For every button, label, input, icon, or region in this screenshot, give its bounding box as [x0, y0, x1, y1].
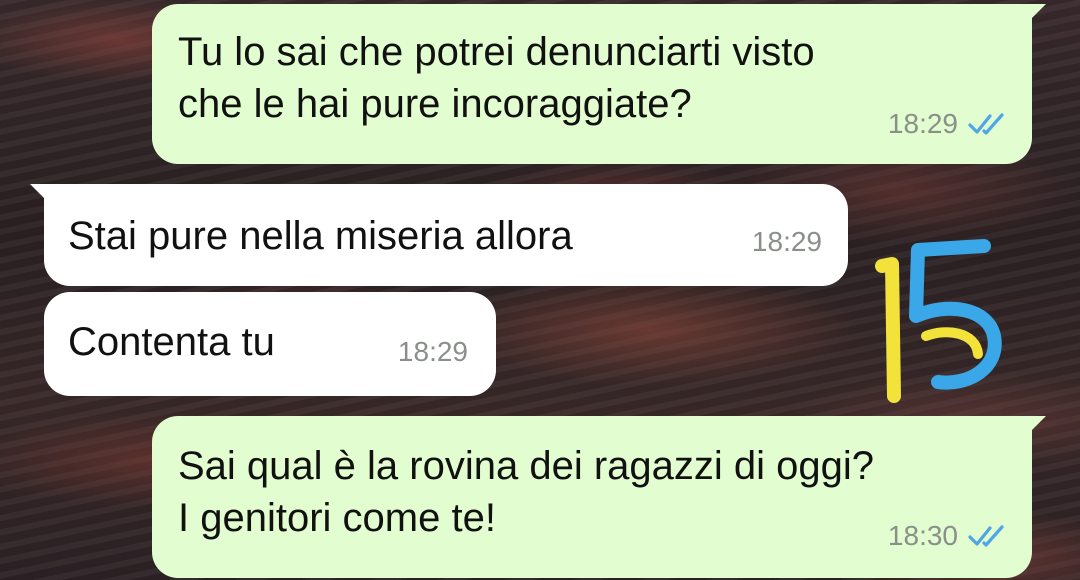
message-time: 18:29 [887, 108, 958, 139]
message-text: Tu lo sai che potrei denunciarti visto c… [178, 30, 815, 126]
bubble-tail [1024, 4, 1046, 26]
chat-background: Tu lo sai che potrei denunciarti visto c… [0, 0, 1080, 580]
bubble-tail [1024, 416, 1046, 438]
message-bubble-incoming[interactable]: Stai pure nella miseria allora 18:29 [30, 184, 848, 286]
message-text: Sai qual è la rovina dei ragazzi di oggi… [178, 444, 874, 540]
message-time: 18:29 [751, 226, 822, 257]
message-meta: 18:29 [398, 326, 468, 378]
message-meta: 18:29 [752, 216, 822, 268]
double-check-read-icon [968, 524, 1010, 548]
message-text: Contenta tu [68, 320, 275, 364]
message-time: 18:29 [397, 336, 468, 367]
message-meta: 18:29 [888, 98, 1010, 150]
message-bubble-incoming[interactable]: Contenta tu 18:29 [44, 292, 496, 396]
message-bubble-outgoing[interactable]: Tu lo sai che potrei denunciarti visto c… [152, 4, 1046, 164]
handwritten-15-annotation [868, 236, 1018, 411]
message-meta: 18:30 [888, 510, 1010, 562]
message-bubble-outgoing[interactable]: Sai qual è la rovina dei ragazzi di oggi… [152, 416, 1046, 578]
message-time: 18:30 [887, 520, 958, 551]
bubble-tail [30, 184, 52, 206]
message-text: Stai pure nella miseria allora [68, 214, 573, 258]
double-check-read-icon [968, 112, 1010, 136]
